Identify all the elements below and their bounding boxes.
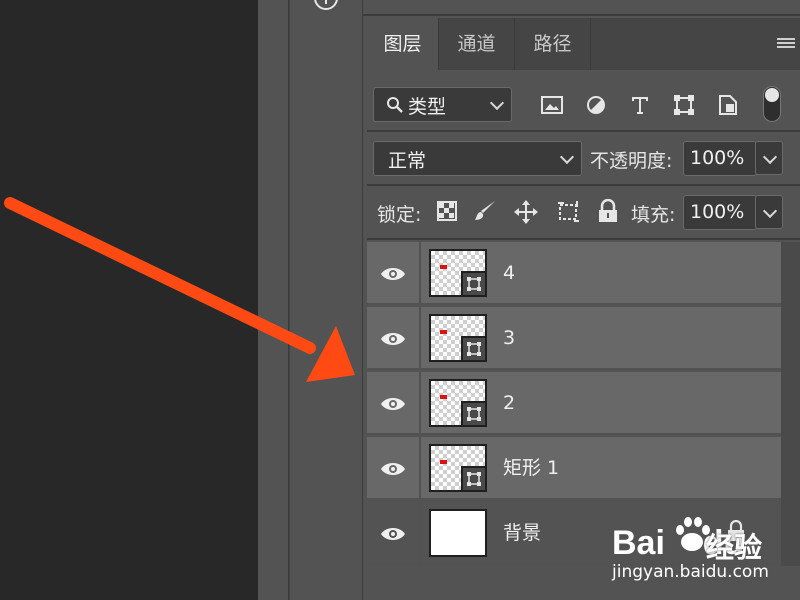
filter-type-label: 类型 [408,96,447,118]
tab-paths[interactable]: 路径 [515,18,591,70]
layer-thumbnail [429,249,487,297]
layer-thumbnail [429,314,487,362]
tab-layers[interactable]: 图层 [367,18,439,70]
chevron-down-icon [762,203,778,219]
fill-label: 填充: [631,204,676,226]
tool-column [258,0,289,600]
layer-name[interactable]: 矩形 1 [503,437,559,500]
lock-artboard-icon[interactable] [555,199,581,225]
visibility-toggle[interactable] [367,437,421,500]
type-filter-icon[interactable] [627,92,653,118]
lock-all-icon[interactable] [597,198,619,223]
opacity-label: 不透明度: [590,150,673,172]
search-icon [387,97,403,113]
fill-input[interactable]: 100% [683,195,757,230]
shape-layer-icon [461,466,487,492]
eye-icon [381,397,405,410]
divider [367,130,800,132]
eye-icon [381,462,405,475]
lock-image-pixels-icon[interactable] [473,199,497,223]
opacity-input[interactable]: 100% [683,141,757,176]
shape-filter-icon[interactable] [671,92,697,118]
lock-label: 锁定: [377,204,422,226]
filter-toggle-icon[interactable] [763,86,781,122]
visibility-toggle[interactable] [367,372,421,435]
tab-channels[interactable]: 通道 [439,18,515,70]
canvas-area [0,0,258,600]
chevron-down-icon [489,95,505,111]
opacity-dropdown-button[interactable] [755,141,783,175]
layer-row[interactable]: 4 [367,242,781,305]
layer-thumbnail [429,444,487,492]
image-filter-icon[interactable] [539,92,565,118]
info-icon[interactable] [314,0,338,10]
layer-row[interactable]: 矩形 1 [367,437,781,500]
chevron-down-icon [762,149,778,165]
watermark-url: jingyan.baidu.com [612,562,769,582]
filter-type-select[interactable]: 类型 [373,87,512,122]
divider [367,184,800,186]
watermark-cn: 经验 [706,531,763,564]
layers-panel: 图层 通道 路径 类型 正常 不透明度: 100% 锁定: 填充: 100% 4… [362,0,800,600]
layer-row[interactable]: 3 [367,307,781,370]
visibility-toggle[interactable] [367,242,421,305]
visibility-toggle[interactable] [367,307,421,370]
panel-menu-icon[interactable] [777,38,795,50]
smart-object-filter-icon[interactable] [715,92,741,118]
eye-icon [381,527,405,540]
lock-transparent-pixels-icon[interactable] [437,201,457,221]
shape-layer-icon [461,336,487,362]
panel-tabs: 图层 通道 路径 [367,18,800,70]
eye-icon [381,267,405,280]
fill-dropdown-button[interactable] [755,195,783,229]
panel-top-strip [363,0,800,16]
panel-dock-column [289,0,363,600]
layer-name[interactable]: 4 [503,242,515,305]
blend-mode-value: 正常 [388,150,427,172]
layer-row[interactable]: 2 [367,372,781,435]
shape-layer-icon [461,401,487,427]
shape-layer-icon [461,271,487,297]
layer-thumbnail [429,379,487,427]
adjustment-filter-icon[interactable] [583,92,609,118]
eye-icon [381,332,405,345]
layer-name[interactable]: 3 [503,307,515,370]
layer-name[interactable]: 2 [503,372,515,435]
baidu-jingyan-watermark: Bai__du 经验 jingyan.baidu.com [612,512,792,592]
layer-thumbnail [429,509,487,557]
chevron-down-icon [559,149,575,165]
lock-position-icon[interactable] [513,199,539,225]
layer-name[interactable]: 背景 [503,502,541,565]
blend-mode-select[interactable]: 正常 [373,141,582,176]
divider [367,238,800,240]
visibility-toggle[interactable] [367,502,421,565]
